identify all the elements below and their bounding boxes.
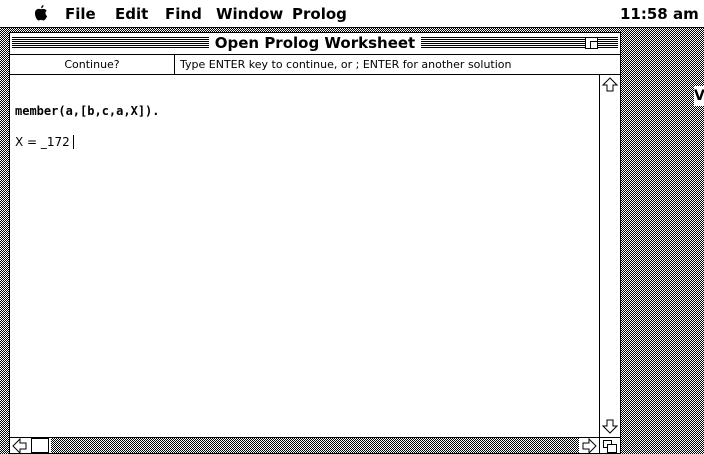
vertical-scrollbar[interactable] — [599, 75, 620, 437]
text-cursor — [72, 135, 74, 149]
worksheet-window: Open Prolog Worksheet Continue? Type ENT… — [9, 32, 621, 454]
down-arrow-icon[interactable] — [602, 418, 618, 434]
menu-clock: 11:58 am — [620, 5, 699, 23]
apple-icon[interactable] — [34, 5, 48, 21]
left-arrow-icon[interactable] — [12, 438, 28, 454]
menu-file[interactable]: File — [65, 4, 96, 24]
horizontal-scroll-track[interactable] — [51, 438, 579, 453]
result-line: X = _172 — [15, 135, 74, 149]
up-arrow-icon[interactable] — [602, 77, 618, 93]
horizontal-scrollbar[interactable] — [10, 437, 599, 454]
query-line: member(a,[b,c,a,X]). — [15, 104, 160, 118]
desktop-icon-peek: V — [694, 86, 704, 106]
menu-find[interactable]: Find — [165, 4, 202, 24]
result-text: X = _172 — [15, 135, 70, 149]
menu-edit[interactable]: Edit — [115, 4, 148, 24]
right-arrow-icon[interactable] — [581, 438, 597, 454]
window-title: Open Prolog Worksheet — [208, 34, 422, 52]
prompt-message: Type ENTER key to continue, or ; ENTER f… — [180, 58, 512, 71]
prompt-bar: Continue? Type ENTER key to continue, or… — [10, 55, 620, 75]
menu-prolog[interactable]: Prolog — [292, 4, 347, 24]
grow-box-glyph — [603, 440, 617, 453]
worksheet-content[interactable]: member(a,[b,c,a,X]). X = _172 — [10, 75, 599, 437]
title-bar[interactable]: Open Prolog Worksheet — [10, 33, 620, 55]
menu-window[interactable]: Window — [216, 4, 283, 24]
horizontal-scroll-thumb[interactable] — [31, 438, 49, 453]
grow-box-icon[interactable] — [599, 437, 620, 453]
continue-label: Continue? — [10, 55, 175, 74]
menu-bar: File Edit Find Window Prolog 11:58 am — [0, 0, 704, 28]
zoom-box-icon[interactable] — [585, 37, 598, 49]
